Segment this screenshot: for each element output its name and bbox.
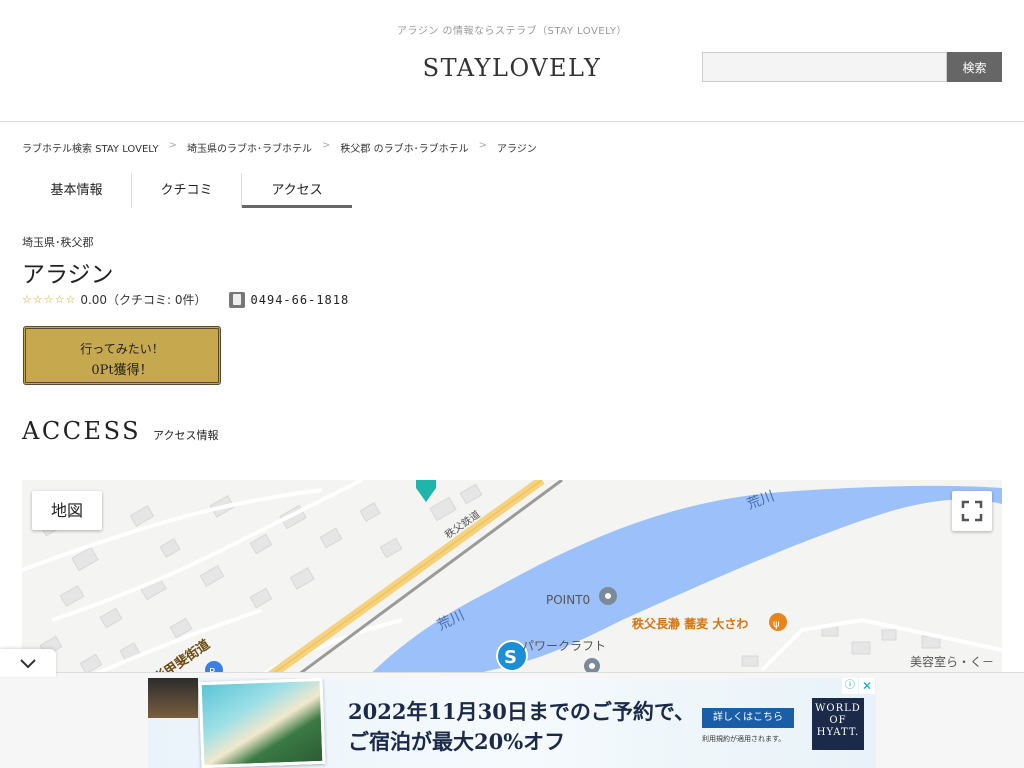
ad-headline-1: 2022年11月30日までのご予約で、: [348, 699, 696, 724]
map-label-poi-2: 秩父長瀞 蕎麦 大さわ: [632, 616, 748, 631]
hotel-name: アラジン: [22, 262, 114, 288]
ad-info-icon[interactable]: ⓘ: [842, 678, 858, 694]
access-title-ja: アクセス情報: [153, 429, 219, 442]
search-input[interactable]: [702, 52, 947, 82]
rating-row: ☆☆☆☆☆ 0.00（クチコミ: 0件） 0494-66-1818: [22, 291, 349, 308]
ad-cta-button[interactable]: 詳しくはこちら: [702, 708, 794, 728]
breadcrumb-separator: >: [322, 140, 331, 151]
hotel-region: 埼玉県･秩父郡: [22, 236, 94, 249]
want-to-go-label: 行ってみたい！: [80, 342, 164, 356]
poi-shop-marker[interactable]: S パワークラフト: [496, 639, 606, 674]
poi-teal-marker[interactable]: [416, 480, 436, 502]
site-tagline: アラジン の情報ならステラブ（STAY LOVELY）: [397, 26, 627, 37]
search-button[interactable]: 検索: [947, 52, 1002, 82]
points-label: 0Pt獲得！: [91, 363, 153, 378]
ad-brand-line-1: WORLD: [815, 703, 861, 714]
breadcrumb: ラブホテル検索 STAY LOVELY > 埼玉県のラブホ･ラブホテル > 秩父…: [22, 140, 537, 155]
ad-headline-2: ご宿泊が最大20%オフ: [348, 729, 566, 754]
map-label-poi-4: 美容室ら・く－: [910, 654, 994, 669]
ad-brand-line-2: OF: [829, 715, 847, 726]
tab-basic-info[interactable]: 基本情報: [22, 173, 132, 208]
logo-text: STAYLOVELY: [422, 54, 602, 82]
access-section-title: ACCESS アクセス情報: [22, 417, 219, 445]
breadcrumb-item-home[interactable]: ラブホテル検索 STAY LOVELY: [22, 140, 159, 155]
breadcrumb-item-district[interactable]: 秩父郡 のラブホ･ラブホテル: [340, 140, 468, 155]
hotel-tabs: 基本情報 クチコミ アクセス: [22, 173, 352, 208]
ad-banner[interactable]: 2022年11月30日までのご予約で、 ご宿泊が最大20%オフ 詳しくはこちら …: [148, 678, 876, 768]
ad-photo-beach: [198, 678, 326, 768]
ad-photo-interior: [148, 678, 198, 718]
poi-restaurant-marker[interactable]: ψ 秩父長瀞 蕎麦 大さわ: [632, 613, 787, 631]
site-header: アラジン の情報ならステラブ（STAY LOVELY） STAYLOVELY 検…: [0, 0, 1024, 122]
map-label-poi-3: パワークラフト: [522, 639, 606, 653]
ad-collapse-button[interactable]: [0, 649, 56, 677]
want-to-go-button[interactable]: 行ってみたい！ 0Pt獲得！: [23, 326, 221, 385]
phone-number[interactable]: 0494-66-1818: [251, 293, 350, 307]
ad-close-icon[interactable]: ✕: [859, 678, 875, 694]
fullscreen-button[interactable]: [952, 491, 992, 531]
ad-brand-logo: WORLD OF HYATT.: [812, 698, 864, 750]
ad-brand-line-3: HYATT.: [816, 727, 860, 738]
map-type-button[interactable]: 地図: [32, 491, 102, 530]
phone-icon: [228, 291, 245, 308]
breadcrumb-item-current: アラジン: [497, 144, 537, 155]
breadcrumb-item-prefecture[interactable]: 埼玉県のラブホ･ラブホテル: [187, 140, 312, 155]
map-label-poi-1: POINT0: [546, 593, 590, 607]
tab-reviews[interactable]: クチコミ: [132, 173, 242, 208]
access-title-en: ACCESS: [22, 417, 142, 445]
star-rating-icon: ☆☆☆☆☆: [22, 293, 77, 306]
svg-text:S: S: [504, 647, 517, 668]
review-score: 0.00（クチコミ: 0件）: [80, 293, 207, 307]
tab-access[interactable]: アクセス: [242, 173, 352, 208]
breadcrumb-separator: >: [478, 140, 487, 151]
svg-text:ψ: ψ: [773, 619, 780, 630]
breadcrumb-separator: >: [168, 140, 178, 151]
chevron-down-icon: [20, 659, 36, 669]
fullscreen-icon: [961, 500, 983, 522]
ad-terms-note: 利用規約が適用されます。: [702, 735, 786, 743]
